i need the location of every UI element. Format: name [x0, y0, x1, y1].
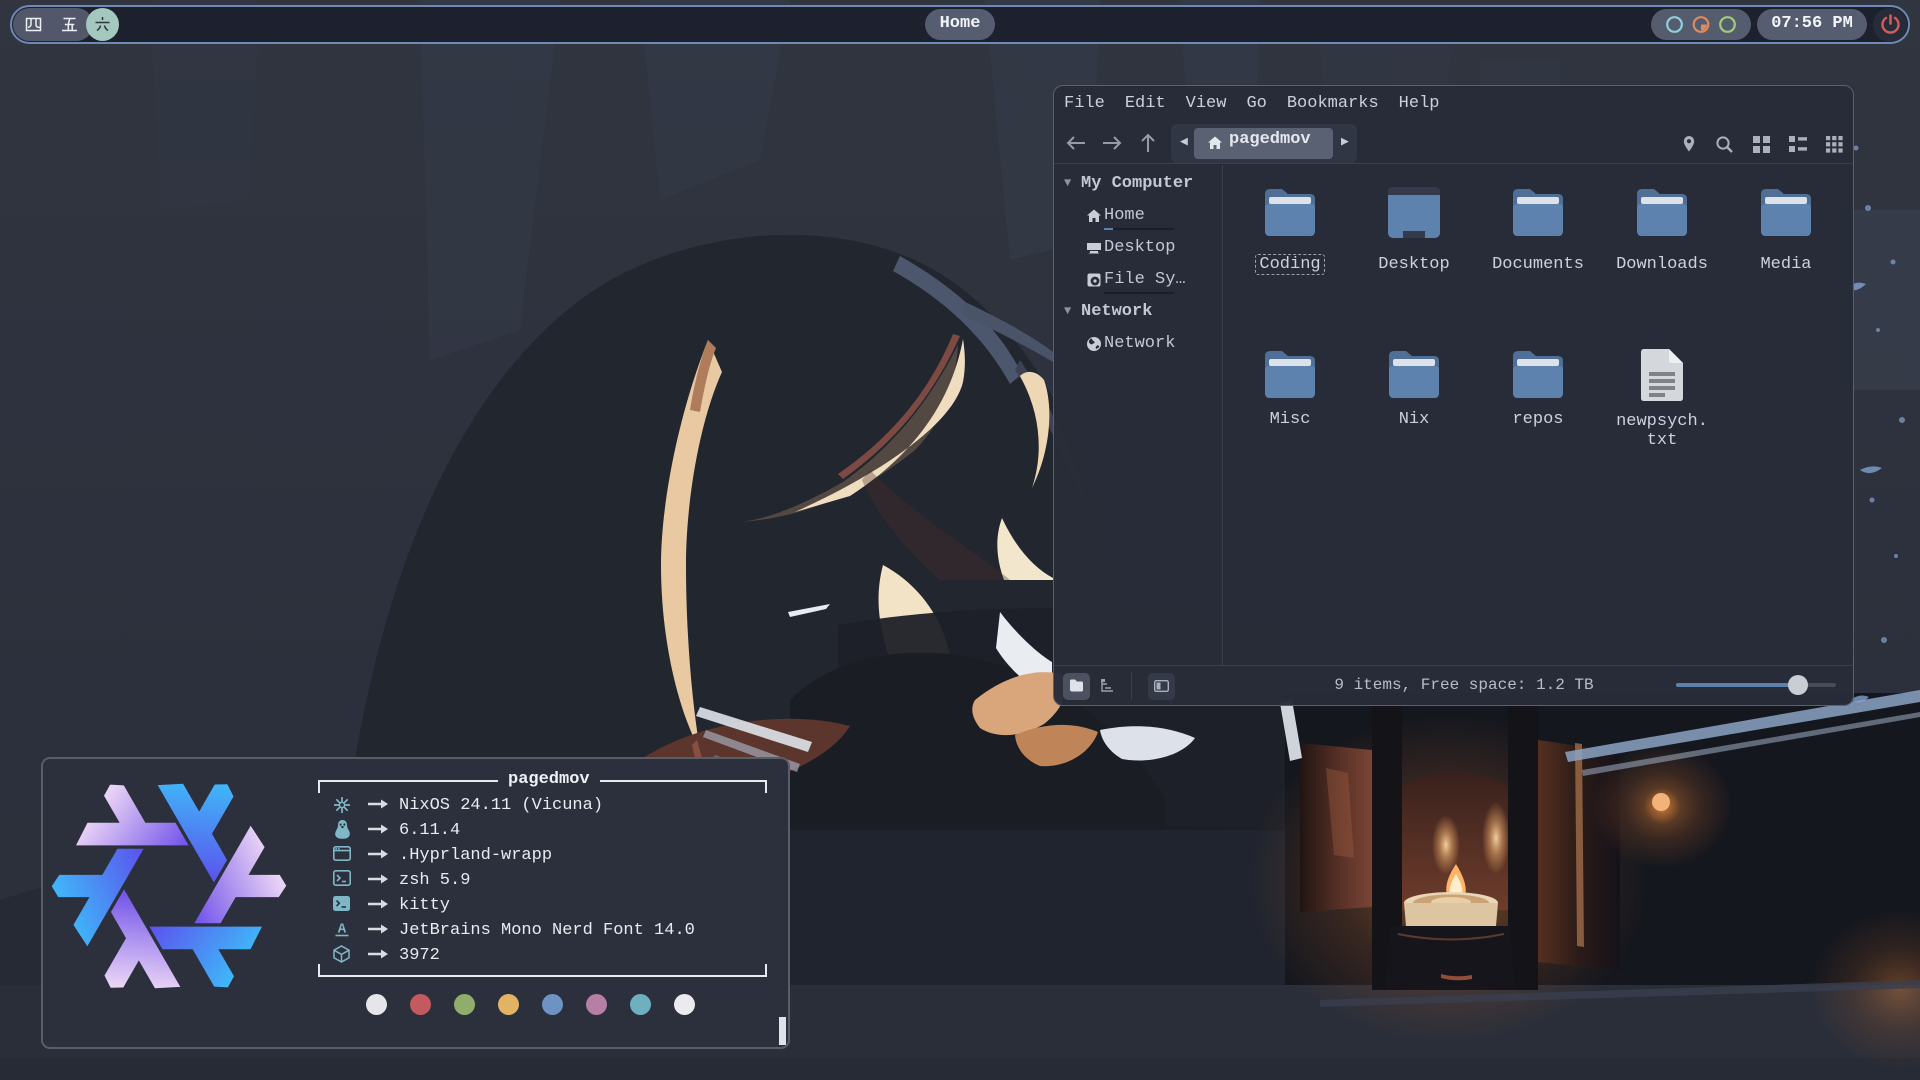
- svg-text:A: A: [338, 922, 347, 938]
